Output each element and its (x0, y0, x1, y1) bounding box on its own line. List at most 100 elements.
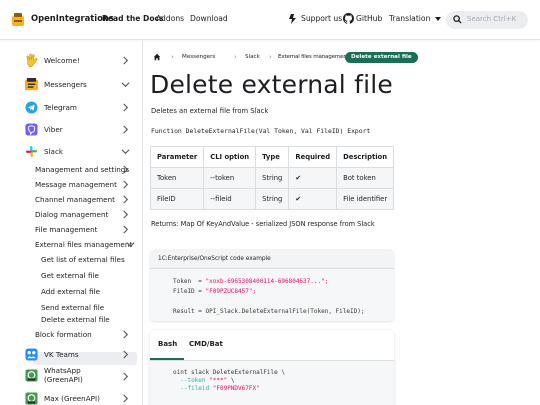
viber-icon (25, 123, 38, 136)
sidebar-label: Management and settings (35, 165, 130, 174)
top-navbar: OpenIntegrations Read the Docs Addons Do… (0, 0, 540, 40)
bash-line-command: oint slack DeleteExternalFile \ (173, 369, 285, 376)
code-result-line: Result = OPI_Slack.DeleteExternalFile(To… (173, 308, 365, 315)
sidebar-label: Block formation (35, 330, 92, 339)
table-cell: ✔ (288, 188, 338, 210)
table-cell: --token (203, 167, 257, 189)
sidebar-item-message-management[interactable]: Message management (0, 178, 143, 192)
sidebar-item-whatsapp[interactable]: WhatsApp (GreenAPI) (0, 365, 143, 387)
sidebar-item-get-list-of-external-files[interactable]: Get list of external files (0, 253, 143, 267)
github-icon[interactable] (343, 13, 354, 24)
table-cell: ✔ (288, 167, 338, 189)
cli-tabs-block: Bash CMD/Bat oint slack DeleteExternalFi… (150, 330, 394, 405)
chevron-right-icon (123, 125, 129, 134)
search-icon (453, 15, 462, 24)
breadcrumb-slack[interactable]: Slack (245, 54, 260, 60)
table-header: Type (255, 146, 290, 168)
sidebar: Welcome! Messengers Telegram Viber Slack… (0, 41, 143, 405)
table-header: Required (288, 146, 338, 168)
support-icon[interactable] (288, 13, 298, 25)
breadcrumb-messengers[interactable]: Messengers (182, 54, 215, 60)
code-example-block: 1C:Enterprise/OneScript code example Tok… (150, 249, 394, 321)
table-cell: --fileid (203, 188, 257, 210)
table-cell: Token (149, 167, 205, 189)
caret-down-icon (435, 17, 441, 21)
chevron-down-icon (121, 149, 130, 155)
sidebar-label: Welcome! (44, 56, 80, 65)
table-row: FileID --fileid String ✔ File identifier (149, 188, 395, 210)
chevron-right-icon (123, 56, 129, 65)
parameters-table: Parameter CLI option Type Required Descr… (149, 146, 395, 210)
sidebar-label: Send external file (41, 303, 105, 312)
sidebar-item-block-formation[interactable]: Block formation (0, 328, 143, 342)
breadcrumb-separator-icon: › (234, 53, 237, 61)
chevron-right-icon (123, 225, 129, 234)
home-icon[interactable] (153, 53, 161, 61)
nav-download[interactable]: Download (190, 14, 228, 23)
sidebar-item-slack[interactable]: Slack (0, 143, 143, 160)
code-example-content[interactable]: Token = "xoxb-6965308400114-696804637...… (173, 277, 364, 317)
bash-option-fileid: --fileid (180, 385, 213, 392)
chevron-down-icon (126, 242, 135, 248)
code-example-header: 1C:Enterprise/OneScript code example (150, 249, 394, 269)
table-cell: File identifier (336, 188, 395, 210)
table-header-row: Parameter CLI option Type Required Descr… (149, 146, 395, 168)
sidebar-label: Add external file (41, 287, 101, 296)
chevron-right-icon (123, 165, 129, 174)
sidebar-label: WhatsApp (GreenAPI) (44, 366, 83, 384)
sidebar-label: Channel management (35, 195, 115, 204)
page-description: Deletes an external file from Slack (151, 107, 269, 115)
bash-value-token: "***" (209, 377, 228, 384)
sidebar-item-file-management[interactable]: File management (0, 223, 143, 237)
chevron-right-icon (123, 195, 129, 204)
chevron-down-icon (121, 82, 130, 88)
nav-translation[interactable]: Translation (389, 14, 430, 23)
sidebar-label: Get list of external files (41, 255, 125, 264)
sidebar-label: Message management (35, 180, 117, 189)
breadcrumb-separator-icon: › (269, 53, 272, 61)
logo-icon[interactable] (10, 12, 26, 28)
nav-addons[interactable]: Addons (156, 14, 184, 23)
slack-icon (25, 145, 38, 158)
sidebar-label: Dialog management (35, 210, 109, 219)
tab-bash[interactable]: Bash (158, 340, 177, 348)
telegram-icon (25, 101, 38, 114)
nav-support-us[interactable]: Support us (301, 14, 342, 23)
sidebar-label: Max (GreenAPI) (44, 394, 100, 403)
sidebar-item-delete-external-file[interactable]: Delete external file (0, 313, 143, 327)
sidebar-item-telegram[interactable]: Telegram (0, 99, 143, 116)
table-row: Token --token String ✔ Bot token (149, 167, 395, 189)
whatsapp-icon (25, 369, 38, 382)
sidebar-label: VK Teams (44, 350, 79, 359)
sidebar-item-management-and-settings[interactable]: Management and settings (0, 163, 143, 177)
chevron-right-icon (123, 372, 129, 381)
sidebar-item-get-external-file[interactable]: Get external file (0, 269, 143, 283)
search-input[interactable]: Search Ctrl+K (446, 11, 528, 29)
sidebar-item-channel-management[interactable]: Channel management (0, 193, 143, 207)
returns-text: Returns: Map Of KeyAndValue - serialized… (151, 220, 375, 228)
tab-cmd-bat[interactable]: CMD/Bat (189, 340, 223, 348)
sidebar-item-welcome[interactable]: Welcome! (0, 51, 143, 71)
sidebar-label: Get external file (41, 271, 99, 280)
table-cell: String (255, 188, 290, 210)
sidebar-item-external-files-management[interactable]: External files management (0, 238, 143, 252)
table-cell: FileID (149, 188, 205, 210)
code-fileid-label: FileID = (173, 288, 206, 295)
breadcrumb-current: Delete external file (345, 52, 418, 63)
sidebar-item-vk-teams[interactable]: VK Teams (0, 346, 143, 363)
bash-code-content[interactable]: oint slack DeleteExternalFile \ --token … (173, 369, 285, 393)
function-signature: Function DeleteExternalFile(Val Token, V… (151, 127, 371, 135)
sidebar-item-add-external-file[interactable]: Add external file (0, 285, 143, 299)
sidebar-item-dialog-management[interactable]: Dialog management (0, 208, 143, 222)
sidebar-item-messengers[interactable]: Messengers (0, 75, 143, 95)
sidebar-label: External files management (35, 240, 133, 249)
code-token-label: Token = (173, 278, 206, 285)
chevron-right-icon (123, 394, 129, 403)
sidebar-label: Slack (44, 147, 64, 156)
bash-line-continuation: \ (227, 377, 235, 384)
sidebar-item-max[interactable]: Max (GreenAPI) (0, 390, 143, 405)
sidebar-item-viber[interactable]: Viber (0, 121, 143, 138)
table-header: CLI option (203, 146, 257, 168)
nav-read-the-docs[interactable]: Read the Docs (102, 14, 164, 23)
nav-github[interactable]: GitHub (356, 14, 382, 23)
